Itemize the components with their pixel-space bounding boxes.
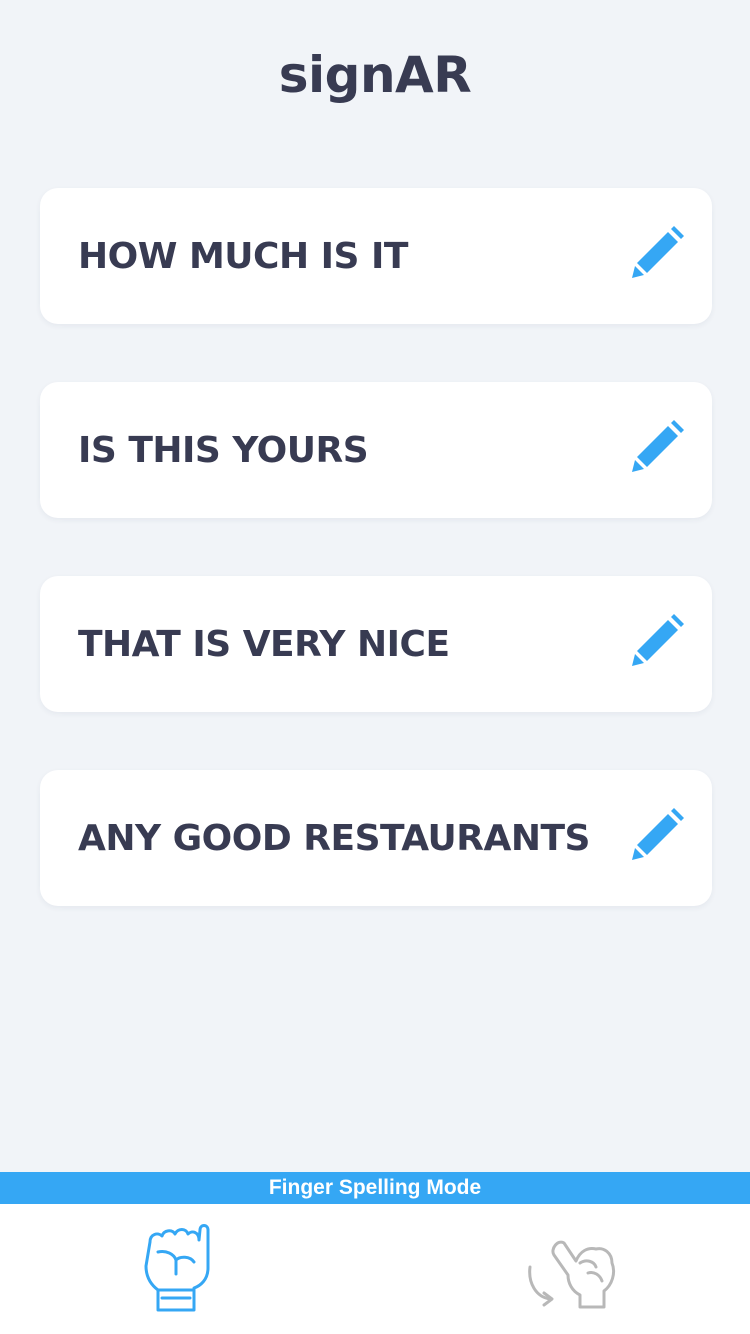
mode-banner: Finger Spelling Mode	[0, 1172, 750, 1204]
app-title: signAR	[278, 46, 472, 104]
pencil-icon	[632, 614, 684, 666]
edit-button[interactable]	[628, 800, 692, 864]
pencil-icon	[632, 420, 684, 472]
edit-button[interactable]	[628, 412, 692, 476]
phrase-text: THAT IS VERY NICE	[78, 623, 450, 665]
app-screen: signAR HOW MUCH IS IT IS THIS YOURS THAT…	[0, 0, 750, 1334]
phrase-text: HOW MUCH IS IT	[78, 235, 408, 277]
fist-hand-sign-icon	[144, 1224, 210, 1312]
edit-button[interactable]	[628, 218, 692, 282]
phrase-text: IS THIS YOURS	[78, 429, 369, 471]
tab-finger-spelling[interactable]	[126, 1218, 226, 1318]
pencil-icon	[632, 808, 684, 860]
phrase-card[interactable]: HOW MUCH IS IT	[40, 188, 712, 324]
phrase-card[interactable]: THAT IS VERY NICE	[40, 576, 712, 712]
edit-button[interactable]	[628, 606, 692, 670]
phrase-list: HOW MUCH IS IT IS THIS YOURS THAT IS VER…	[40, 188, 712, 964]
tab-bar	[0, 1204, 750, 1334]
phrase-card[interactable]: ANY GOOD RESTAURANTS	[40, 770, 712, 906]
tab-motion-sign[interactable]	[524, 1218, 624, 1318]
pinky-motion-hand-sign-icon	[528, 1240, 616, 1309]
phrase-text: ANY GOOD RESTAURANTS	[78, 817, 590, 859]
phrase-card[interactable]: IS THIS YOURS	[40, 382, 712, 518]
pencil-icon	[632, 226, 684, 278]
